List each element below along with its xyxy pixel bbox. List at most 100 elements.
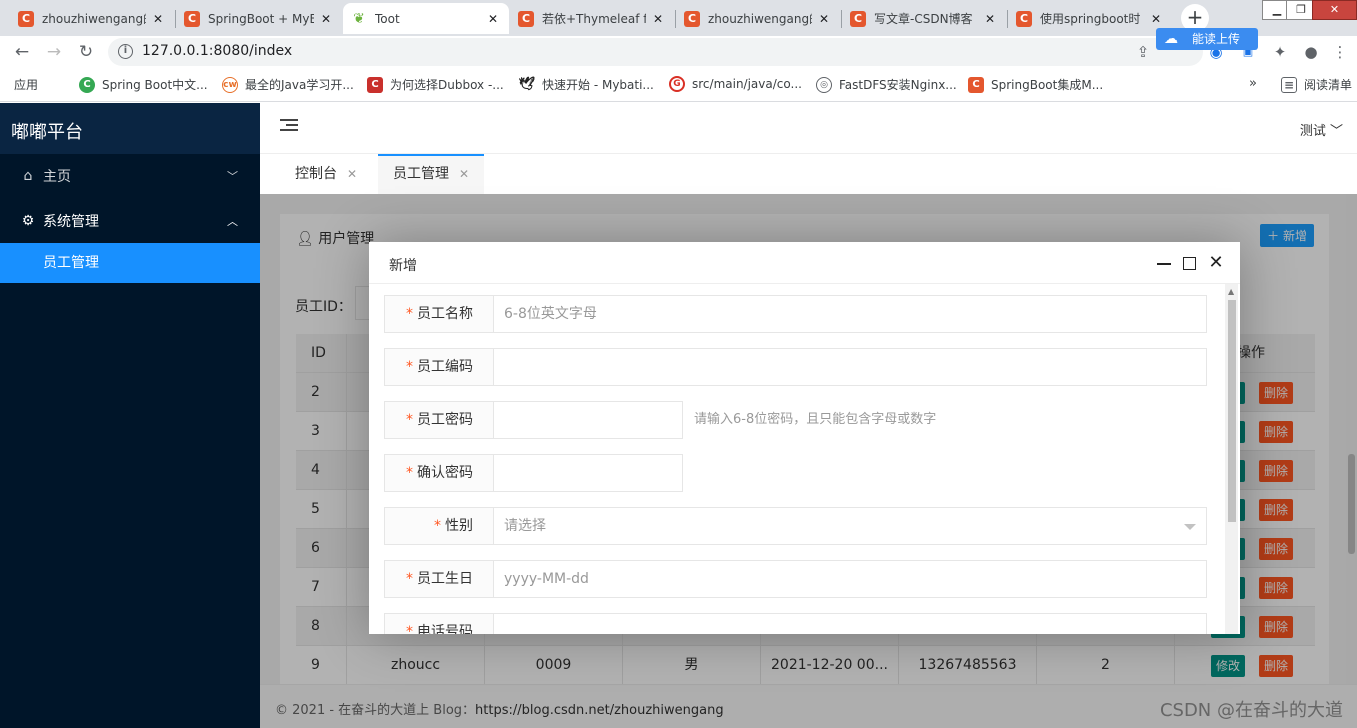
bookmark-label: 快速开始 - Mybati... [542, 78, 654, 92]
field-label-text: 员工密码 [417, 412, 473, 428]
browser-tab[interactable]: C 写文章-CSDN博客 ✕ [842, 3, 1006, 34]
more-menu-icon[interactable]: ⋮ [1330, 42, 1350, 62]
browser-tab[interactable]: C 使用springboot时 ✕ [1008, 3, 1172, 34]
bookmark-item[interactable]: 应用 [14, 76, 44, 210]
csdn-icon: C [18, 10, 34, 27]
bookmark-item[interactable]: 🕊 快速开始 - Mybati... [519, 76, 654, 93]
reading-list-icon: ≡ [1281, 76, 1297, 93]
csdn-icon: C [968, 76, 984, 93]
url-text: 127.0.0.1:8080/index [142, 43, 293, 59]
chevron-up-icon: ︿ [227, 215, 238, 228]
baidu-upload-label: 能读上传 [1192, 32, 1241, 46]
required-mark: * [406, 412, 413, 428]
bookmark-item[interactable]: G src/main/java/co... [669, 76, 802, 92]
close-window-button[interactable]: ✕ [1312, 0, 1357, 20]
reload-icon[interactable]: ↻ [74, 40, 98, 64]
scroll-up-icon[interactable]: ▲ [1228, 287, 1234, 296]
scrollbar-thumb[interactable] [1228, 300, 1236, 522]
bookmark-label: 为何选择Dubbox -... [390, 78, 504, 92]
close-icon[interactable]: ✕ [485, 12, 501, 26]
birthday-input[interactable]: yyyy-MM-dd [493, 560, 1207, 598]
menu-toggle-icon[interactable] [280, 119, 298, 135]
form-row-password: * 员工密码 请输入6-8位密码，且只能包含字母或数字 [384, 401, 1207, 439]
close-icon[interactable]: ✕ [318, 12, 334, 26]
bookmark-item[interactable]: cw 最全的Java学习开... [222, 76, 354, 93]
bookmark-label: 应用 [14, 78, 39, 92]
browser-tab-active[interactable]: ❦ Toot ✕ [343, 3, 509, 34]
forward-arrow-icon[interactable]: → [42, 40, 66, 64]
field-label-text: 确认密码 [417, 465, 473, 481]
profile-icon[interactable]: ● [1301, 42, 1321, 62]
close-icon[interactable]: ✕ [1148, 12, 1164, 26]
tab-employee-management[interactable]: 员工管理 ✕ [378, 154, 485, 194]
sidebar-item-label: 系统管理 [43, 214, 99, 230]
field-label: * 员工名称 [384, 295, 494, 333]
user-menu[interactable]: 测试 ﹀ [1300, 120, 1343, 139]
field-label: * 员工生日 [384, 560, 494, 598]
password-input[interactable] [493, 401, 683, 439]
bookmark-label: FastDFS安装Nginx... [839, 78, 957, 92]
confirm-password-input[interactable] [493, 454, 683, 492]
field-label-text: 性别 [445, 518, 473, 534]
close-icon[interactable]: ✕ [816, 12, 832, 26]
browser-tab-title: zhouzhiwengang的 [708, 12, 812, 26]
close-icon[interactable]: ✕ [982, 12, 998, 26]
browser-tab[interactable]: C SpringBoot + MyB ✕ [176, 3, 342, 34]
close-icon[interactable]: ✕ [347, 167, 357, 181]
cloud-icon: ☁ [1164, 31, 1178, 47]
browser-tab-strip: C zhouzhiwengang的 ✕ C SpringBoot + MyB ✕… [0, 0, 1357, 36]
back-arrow-icon[interactable]: ← [10, 40, 34, 64]
csdn-icon: C [184, 10, 200, 27]
form-row-confirm-password: * 确认密码 [384, 454, 1207, 492]
sidebar-item-home[interactable]: ⌂ 主页 ﹀ [0, 154, 260, 198]
form-row-phone: * 电话号码 [384, 613, 1207, 634]
dialog-title: 新增 [389, 258, 417, 274]
csdn-icon: C [367, 76, 383, 93]
dialog-scrollbar[interactable]: ▲ [1225, 284, 1238, 634]
phone-input[interactable] [493, 613, 1207, 634]
caret-down-icon [1184, 524, 1196, 530]
bookmark-item[interactable]: C 为何选择Dubbox -... [367, 76, 504, 93]
close-icon[interactable]: ✕ [1207, 254, 1225, 272]
field-label-text: 员工编码 [417, 359, 473, 375]
reading-list[interactable]: ≡ 阅读清单 [1281, 76, 1352, 93]
maximize-icon[interactable] [1183, 257, 1196, 270]
browser-tab-title: zhouzhiwengang的 [42, 12, 146, 26]
browser-tab[interactable]: C zhouzhiwengang的 ✕ [10, 3, 174, 34]
bookmark-item[interactable]: C SpringBoot集成M... [968, 76, 1103, 93]
app-header: 测试 ﹀ [260, 103, 1357, 154]
close-icon[interactable]: ✕ [459, 167, 469, 181]
gender-select-value: 请选择 [504, 518, 546, 534]
employee-code-input[interactable] [493, 348, 1207, 386]
close-icon[interactable]: ✕ [150, 12, 166, 26]
spring-leaf-icon: ❦ [353, 10, 365, 27]
site-info-icon[interactable]: i [118, 44, 133, 59]
chevron-down-icon: ﹀ [227, 170, 238, 183]
required-mark: * [434, 518, 441, 534]
add-employee-dialog: 新增 ✕ * 员工名称 6-8位英文字母 * 员工编码 * 员工密码 请输入6-8位密… [369, 242, 1240, 634]
sidebar-item-label: 主页 [43, 169, 71, 185]
share-icon[interactable]: ⇪ [1133, 42, 1153, 62]
sidebar-subitem-employees[interactable]: 员工管理 [0, 243, 260, 283]
address-bar[interactable]: i 127.0.0.1:8080/index [108, 38, 1203, 66]
field-label-text: 电话号码 [417, 624, 473, 634]
browser-tab[interactable]: C zhouzhiwengang的 ✕ [676, 3, 840, 34]
bookmark-item[interactable]: C Spring Boot中文... [79, 76, 208, 93]
browser-tab[interactable]: C 若依+Thymeleaf f ✕ [510, 3, 674, 34]
sidebar-item-system[interactable]: ⚙ 系统管理 ︿ [0, 199, 260, 243]
required-mark: * [406, 465, 413, 481]
bookmark-item[interactable]: ◎ FastDFS安装Nginx... [816, 76, 957, 93]
dialog-body: * 员工名称 6-8位英文字母 * 员工编码 * 员工密码 请输入6-8位密码，且只能… [369, 284, 1240, 634]
field-label-text: 员工生日 [417, 571, 473, 587]
browser-toolbar: ← → ↻ i 127.0.0.1:8080/index ⇪ ◉ ▣ ✦ ● ⋮ [0, 36, 1357, 68]
baidu-upload-badge[interactable]: ☁ 能读上传 [1156, 28, 1258, 50]
minimize-icon[interactable] [1157, 263, 1171, 265]
close-icon[interactable]: ✕ [650, 12, 666, 26]
gear-icon: ⚙ [21, 213, 35, 229]
more-bookmarks-icon[interactable]: » [1249, 76, 1257, 91]
gender-select[interactable]: 请选择 [493, 507, 1207, 545]
puzzle-icon[interactable]: ✦ [1270, 42, 1290, 62]
field-label: * 员工编码 [384, 348, 494, 386]
tab-console[interactable]: 控制台 ✕ [280, 154, 372, 194]
employee-name-input[interactable]: 6-8位英文字母 [493, 295, 1207, 333]
